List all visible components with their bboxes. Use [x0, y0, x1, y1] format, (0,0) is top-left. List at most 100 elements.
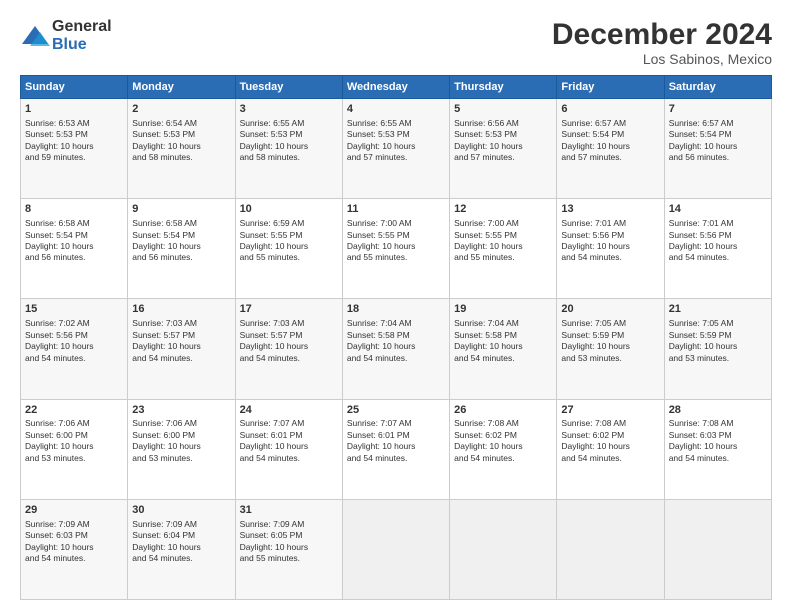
calendar-cell: 14Sunrise: 7:01 AMSunset: 5:56 PMDayligh…: [664, 199, 771, 299]
day-number: 31: [240, 503, 338, 518]
cell-text: and 59 minutes.: [25, 152, 123, 163]
day-number: 17: [240, 302, 338, 317]
cell-text: and 54 minutes.: [669, 453, 767, 464]
cell-text: Sunrise: 6:57 AM: [561, 118, 659, 129]
day-number: 1: [25, 102, 123, 117]
cell-text: Sunset: 5:57 PM: [240, 330, 338, 341]
calendar-week-0: 1Sunrise: 6:53 AMSunset: 5:53 PMDaylight…: [21, 99, 772, 199]
day-number: 27: [561, 403, 659, 418]
day-number: 2: [132, 102, 230, 117]
cell-text: and 53 minutes.: [132, 453, 230, 464]
day-number: 14: [669, 202, 767, 217]
cell-text: and 55 minutes.: [347, 252, 445, 263]
col-thursday: Thursday: [450, 76, 557, 99]
day-number: 21: [669, 302, 767, 317]
cell-text: Sunset: 5:55 PM: [454, 230, 552, 241]
day-number: 15: [25, 302, 123, 317]
cell-text: Daylight: 10 hours: [132, 141, 230, 152]
day-number: 16: [132, 302, 230, 317]
cell-text: Sunrise: 7:09 AM: [25, 519, 123, 530]
cell-text: Daylight: 10 hours: [132, 441, 230, 452]
calendar-cell: 15Sunrise: 7:02 AMSunset: 5:56 PMDayligh…: [21, 299, 128, 399]
day-number: 18: [347, 302, 445, 317]
calendar-cell: 1Sunrise: 6:53 AMSunset: 5:53 PMDaylight…: [21, 99, 128, 199]
calendar-cell: 28Sunrise: 7:08 AMSunset: 6:03 PMDayligh…: [664, 399, 771, 499]
cell-text: Sunrise: 6:55 AM: [240, 118, 338, 129]
cell-text: Sunrise: 7:05 AM: [669, 318, 767, 329]
cell-text: and 53 minutes.: [561, 353, 659, 364]
calendar-cell: 10Sunrise: 6:59 AMSunset: 5:55 PMDayligh…: [235, 199, 342, 299]
calendar-cell: 11Sunrise: 7:00 AMSunset: 5:55 PMDayligh…: [342, 199, 449, 299]
cell-text: Sunrise: 7:02 AM: [25, 318, 123, 329]
calendar-table: Sunday Monday Tuesday Wednesday Thursday…: [20, 75, 772, 600]
cell-text: Daylight: 10 hours: [561, 441, 659, 452]
cell-text: Sunrise: 7:07 AM: [347, 418, 445, 429]
cell-text: Daylight: 10 hours: [454, 141, 552, 152]
header: General Blue December 2024 Los Sabinos, …: [20, 18, 772, 67]
calendar-cell: 30Sunrise: 7:09 AMSunset: 6:04 PMDayligh…: [128, 499, 235, 599]
cell-text: and 56 minutes.: [669, 152, 767, 163]
cell-text: Daylight: 10 hours: [347, 241, 445, 252]
calendar-cell: 31Sunrise: 7:09 AMSunset: 6:05 PMDayligh…: [235, 499, 342, 599]
calendar-cell: 2Sunrise: 6:54 AMSunset: 5:53 PMDaylight…: [128, 99, 235, 199]
calendar-cell: 17Sunrise: 7:03 AMSunset: 5:57 PMDayligh…: [235, 299, 342, 399]
cell-text: and 54 minutes.: [132, 553, 230, 564]
cell-text: and 54 minutes.: [561, 453, 659, 464]
cell-text: Sunset: 5:56 PM: [25, 330, 123, 341]
cell-text: and 55 minutes.: [240, 553, 338, 564]
cell-text: Sunrise: 6:59 AM: [240, 218, 338, 229]
cell-text: Daylight: 10 hours: [25, 241, 123, 252]
cell-text: and 58 minutes.: [132, 152, 230, 163]
calendar-cell: 5Sunrise: 6:56 AMSunset: 5:53 PMDaylight…: [450, 99, 557, 199]
cell-text: Sunrise: 7:01 AM: [561, 218, 659, 229]
cell-text: and 57 minutes.: [347, 152, 445, 163]
day-number: 23: [132, 403, 230, 418]
cell-text: Sunrise: 7:08 AM: [454, 418, 552, 429]
cell-text: Sunrise: 6:54 AM: [132, 118, 230, 129]
day-number: 10: [240, 202, 338, 217]
cell-text: Sunset: 5:53 PM: [25, 129, 123, 140]
cell-text: Sunrise: 7:04 AM: [454, 318, 552, 329]
cell-text: Sunrise: 6:58 AM: [132, 218, 230, 229]
cell-text: Sunset: 5:54 PM: [132, 230, 230, 241]
cell-text: Sunrise: 7:01 AM: [669, 218, 767, 229]
day-number: 24: [240, 403, 338, 418]
calendar-cell: 21Sunrise: 7:05 AMSunset: 5:59 PMDayligh…: [664, 299, 771, 399]
cell-text: Daylight: 10 hours: [132, 341, 230, 352]
day-number: 20: [561, 302, 659, 317]
calendar-cell: 27Sunrise: 7:08 AMSunset: 6:02 PMDayligh…: [557, 399, 664, 499]
cell-text: Daylight: 10 hours: [347, 341, 445, 352]
calendar-cell: 19Sunrise: 7:04 AMSunset: 5:58 PMDayligh…: [450, 299, 557, 399]
col-sunday: Sunday: [21, 76, 128, 99]
cell-text: Sunset: 6:00 PM: [25, 430, 123, 441]
cell-text: Daylight: 10 hours: [240, 441, 338, 452]
calendar-week-2: 15Sunrise: 7:02 AMSunset: 5:56 PM Dayligh…: [21, 299, 772, 399]
day-number: 25: [347, 403, 445, 418]
logo-general: General: [52, 18, 112, 35]
day-number: 6: [561, 102, 659, 117]
cell-text: Sunrise: 7:09 AM: [240, 519, 338, 530]
cell-text: Daylight: 10 hours: [25, 441, 123, 452]
calendar-cell: 18Sunrise: 7:04 AMSunset: 5:58 PMDayligh…: [342, 299, 449, 399]
calendar-cell: 16Sunrise: 7:03 AMSunset: 5:57 PMDayligh…: [128, 299, 235, 399]
cell-text: Daylight: 10 hours: [347, 141, 445, 152]
calendar-cell: 8Sunrise: 6:58 AMSunset: 5:54 PMDaylight…: [21, 199, 128, 299]
cell-text: Sunset: 5:57 PM: [132, 330, 230, 341]
cell-text: and 54 minutes.: [347, 453, 445, 464]
calendar-cell: 12Sunrise: 7:00 AMSunset: 5:55 PMDayligh…: [450, 199, 557, 299]
cell-text: Sunset: 5:54 PM: [669, 129, 767, 140]
month-title: December 2024: [552, 18, 772, 51]
cell-text: and 54 minutes.: [25, 553, 123, 564]
cell-text: Daylight: 10 hours: [25, 141, 123, 152]
cell-text: Daylight: 10 hours: [25, 542, 123, 553]
cell-text: Sunset: 5:58 PM: [347, 330, 445, 341]
cell-text: Sunset: 5:59 PM: [561, 330, 659, 341]
calendar-cell: 25Sunrise: 7:07 AMSunset: 6:01 PMDayligh…: [342, 399, 449, 499]
cell-text: Sunset: 5:58 PM: [454, 330, 552, 341]
cell-text: Sunset: 5:53 PM: [132, 129, 230, 140]
cell-text: Sunrise: 7:03 AM: [240, 318, 338, 329]
cell-text: and 54 minutes.: [454, 453, 552, 464]
day-number: 19: [454, 302, 552, 317]
cell-text: and 54 minutes.: [669, 252, 767, 263]
cell-text: Sunrise: 7:03 AM: [132, 318, 230, 329]
